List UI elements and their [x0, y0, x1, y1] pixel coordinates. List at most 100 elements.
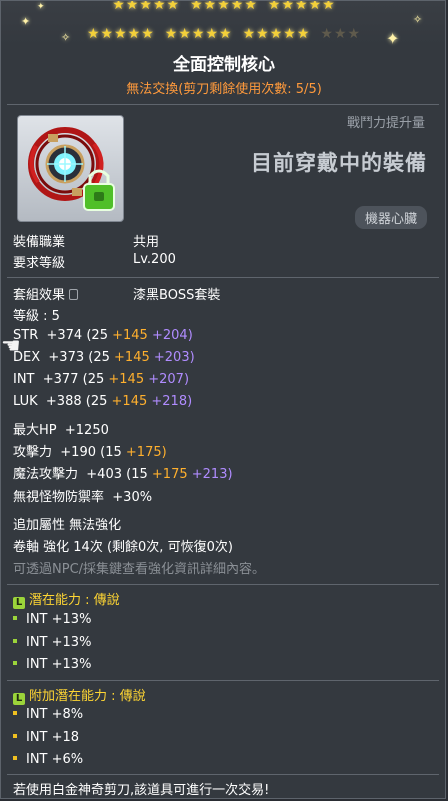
- star-icon: ★: [190, 0, 204, 13]
- star-icon: ★: [127, 26, 142, 42]
- bullet-icon: [13, 616, 17, 620]
- equipped-status: 目前穿戴中的裝備: [251, 151, 427, 175]
- maxhp-row: 最大HP +1250: [13, 419, 109, 438]
- stat-bonus: +145: [112, 328, 148, 343]
- divider: [7, 584, 439, 585]
- potential-line: INT +13%: [13, 635, 91, 650]
- potential-line: INT +13%: [13, 612, 91, 627]
- bonus-potential-line: INT +8%: [13, 707, 83, 722]
- matk-bonus: +175: [151, 467, 188, 482]
- star-icon: ★: [166, 0, 181, 13]
- star-icon: ★: [217, 0, 231, 13]
- stat-bonus: +145: [108, 372, 145, 387]
- star-icon: ★: [296, 26, 311, 42]
- bullet-icon: [13, 756, 17, 760]
- potential-line-text: INT +13%: [26, 657, 92, 672]
- scroll-row: 卷軸 強化 14次 (剩餘0次, 可恢復0次): [13, 536, 233, 555]
- combat-power-label: 戰鬥力提升量: [346, 116, 425, 131]
- stat-bonus: +145: [114, 350, 150, 365]
- star-icon: ★: [242, 26, 257, 42]
- stat-base: (25: [86, 328, 108, 343]
- stat-total: +374: [46, 328, 83, 343]
- atk-value: +190: [60, 445, 96, 460]
- star-icon: ★: [112, 0, 126, 13]
- ignore-def-value: +30%: [112, 490, 153, 505]
- category-badge: 機器心臟: [354, 206, 427, 229]
- star-force-band: ★★★★★ ★★★★★ ★★★★★ ★★★★★ ★★★★★ ★★★★★ ★★★ ✦ ✧ ✦…: [1, 0, 445, 48]
- bullet-icon: [13, 639, 17, 643]
- potential-title: 潛在能力 : 傳說: [29, 593, 120, 608]
- machine-heart-icon: [28, 127, 115, 211]
- atk-bonus: +175): [125, 445, 167, 460]
- star-icon: ★: [203, 0, 218, 13]
- set-effect-row: 套組效果: [13, 284, 79, 303]
- star-icon: ★: [269, 26, 284, 42]
- legendary-grade-icon: L: [13, 693, 25, 705]
- bonus-potential-line-text: INT +18: [26, 730, 80, 745]
- scroll-value: 強化 14次 (剩餘0次, 可恢復0次): [43, 540, 233, 555]
- bonus-potential-line: INT +18: [13, 730, 79, 745]
- hand-cursor-icon: ☚: [1, 334, 21, 359]
- stat-base: (25: [85, 394, 108, 409]
- star-icon: ★: [164, 26, 179, 42]
- level-req-value: Lv.200: [133, 252, 176, 267]
- matk-base: (15: [126, 467, 148, 482]
- star-icon: ★: [320, 26, 334, 42]
- stat-row: DEX +373 (25 +145 +203): [13, 350, 195, 365]
- set-effect-value: 漆黑BOSS套裝: [133, 288, 221, 303]
- potential-line-text: INT +13%: [26, 612, 92, 627]
- star-icon: ★: [333, 26, 348, 42]
- stat-base: (25: [82, 372, 105, 387]
- star-icon: ★: [114, 26, 128, 42]
- star-icon: ★: [267, 0, 282, 13]
- star-row-1: ★★★★★ ★★★★★ ★★★★★: [1, 0, 445, 13]
- item-icon-frame: [17, 115, 124, 222]
- extra-attr-row: 追加屬性 無法強化: [13, 514, 121, 533]
- trade-hint-footer: 若使用白金神奇剪刀,該道具可進行一次交易!: [13, 783, 270, 798]
- star-icon: ★: [152, 0, 167, 13]
- star-icon: ★: [322, 0, 336, 13]
- star-icon: ★: [141, 26, 155, 42]
- job-value: 共用: [133, 235, 160, 250]
- stat-name: INT: [13, 372, 35, 387]
- divider: [7, 774, 439, 775]
- enhance-hint: 可透過NPC/採集鍵查看強化資訊詳細內容。: [13, 562, 266, 577]
- item-tooltip: ★★★★★ ★★★★★ ★★★★★ ★★★★★ ★★★★★ ★★★★★ ★★★ ✦ ✧ ✦…: [0, 0, 446, 799]
- matk-label: 魔法攻擊力: [13, 467, 79, 482]
- ignore-def-label: 無視怪物防禦率: [13, 490, 105, 505]
- divider: [7, 680, 439, 681]
- stat-total: +388: [45, 394, 82, 409]
- sparkle-icon: ✧: [61, 31, 71, 44]
- bullet-icon: [13, 661, 17, 665]
- stat-row: INT +377 (25 +145 +207): [13, 372, 189, 387]
- bonus-potential-line-text: INT +6%: [26, 752, 84, 767]
- star-icon: ★: [230, 0, 245, 13]
- sparkle-icon: ✧: [413, 13, 423, 26]
- star-icon: ★: [125, 0, 140, 13]
- maxhp-label: 最大HP: [13, 423, 57, 438]
- stat-base: (25: [88, 350, 110, 365]
- bullet-icon: [13, 734, 17, 738]
- stat-star: +203): [153, 350, 195, 365]
- star-icon: ★: [205, 26, 219, 42]
- star-icon: ★: [191, 26, 206, 42]
- atk-label: 攻擊力: [13, 445, 53, 460]
- bullet-icon: [13, 711, 17, 715]
- lock-icon: [69, 289, 79, 300]
- stat-star: +204): [151, 328, 193, 343]
- bonus-potential-line: INT +6%: [13, 752, 83, 767]
- potential-header: L 潛在能力 : 傳說: [13, 589, 120, 609]
- scroll-label: 卷軸: [13, 540, 40, 555]
- stat-row: STR +374 (25 +145 +204): [13, 328, 193, 343]
- matk-value: +403: [86, 467, 122, 482]
- stat-star: +218): [151, 394, 193, 409]
- sparkle-icon: ✦: [21, 15, 31, 28]
- star-icon: ★: [256, 26, 270, 42]
- divider: [7, 277, 439, 278]
- stat-name: LUK: [13, 394, 38, 409]
- ignore-def-row: 無視怪物防禦率 +30%: [13, 486, 152, 505]
- set-effect-label: 套組效果: [13, 288, 66, 303]
- extra-attr-label: 追加屬性: [13, 518, 66, 533]
- star-icon: ★: [308, 0, 323, 13]
- star-icon: ★: [244, 0, 258, 13]
